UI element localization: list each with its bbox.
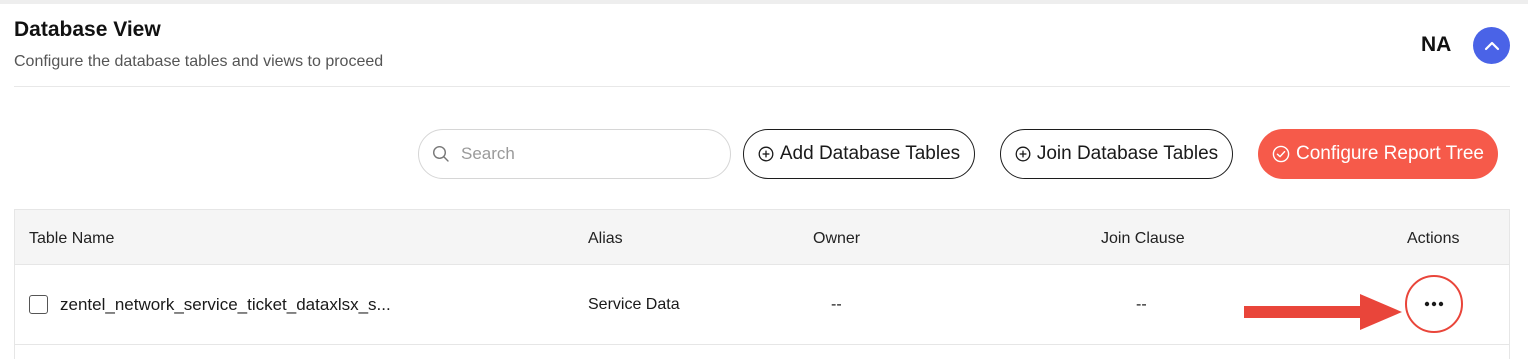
collapse-button[interactable] [1473, 27, 1510, 64]
configure-report-tree-label: Configure Report Tree [1296, 143, 1484, 164]
header-divider [14, 86, 1510, 87]
add-database-tables-button[interactable]: Add Database Tables [743, 129, 975, 179]
join-database-tables-button[interactable]: Join Database Tables [1000, 129, 1233, 179]
search-box[interactable] [418, 129, 731, 179]
search-input[interactable] [461, 144, 701, 164]
chevron-up-icon [1484, 41, 1499, 50]
plus-circle-icon [758, 146, 774, 162]
column-header-owner[interactable]: Owner [813, 230, 860, 248]
arrow-right-icon [1244, 294, 1402, 330]
user-initials[interactable]: NA [1421, 33, 1451, 57]
owner-cell: -- [831, 296, 842, 313]
add-database-tables-label: Add Database Tables [779, 143, 961, 164]
table-name-cell[interactable]: zentel_network_service_ticket_dataxlsx_s… [60, 295, 391, 315]
join-clause-cell: -- [1136, 296, 1147, 313]
alias-cell: Service Data [588, 296, 680, 313]
table-header: Table Name Alias Owner Join Clause Actio… [15, 209, 1509, 265]
column-header-actions: Actions [1407, 230, 1460, 247]
join-database-tables-label: Join Database Tables [1036, 143, 1219, 164]
column-header-table-name[interactable]: Table Name [29, 230, 114, 248]
plus-circle-icon [1015, 146, 1031, 162]
check-circle-icon [1272, 145, 1290, 163]
database-tables-table: Table Name Alias Owner Join Clause Actio… [14, 209, 1510, 359]
row-select-checkbox[interactable] [29, 295, 48, 314]
page-header: Database View Configure the database tab… [14, 18, 383, 71]
row-actions-button[interactable] [1405, 275, 1463, 333]
column-header-alias[interactable]: Alias [588, 230, 623, 248]
search-icon [432, 145, 449, 162]
page-title: Database View [14, 18, 161, 41]
page-subtitle: Configure the database tables and views … [14, 53, 384, 70]
more-horizontal-icon [1424, 301, 1444, 307]
configure-report-tree-button[interactable]: Configure Report Tree [1258, 129, 1498, 179]
top-strip [0, 0, 1528, 4]
column-header-join-clause[interactable]: Join Clause [1101, 230, 1185, 248]
